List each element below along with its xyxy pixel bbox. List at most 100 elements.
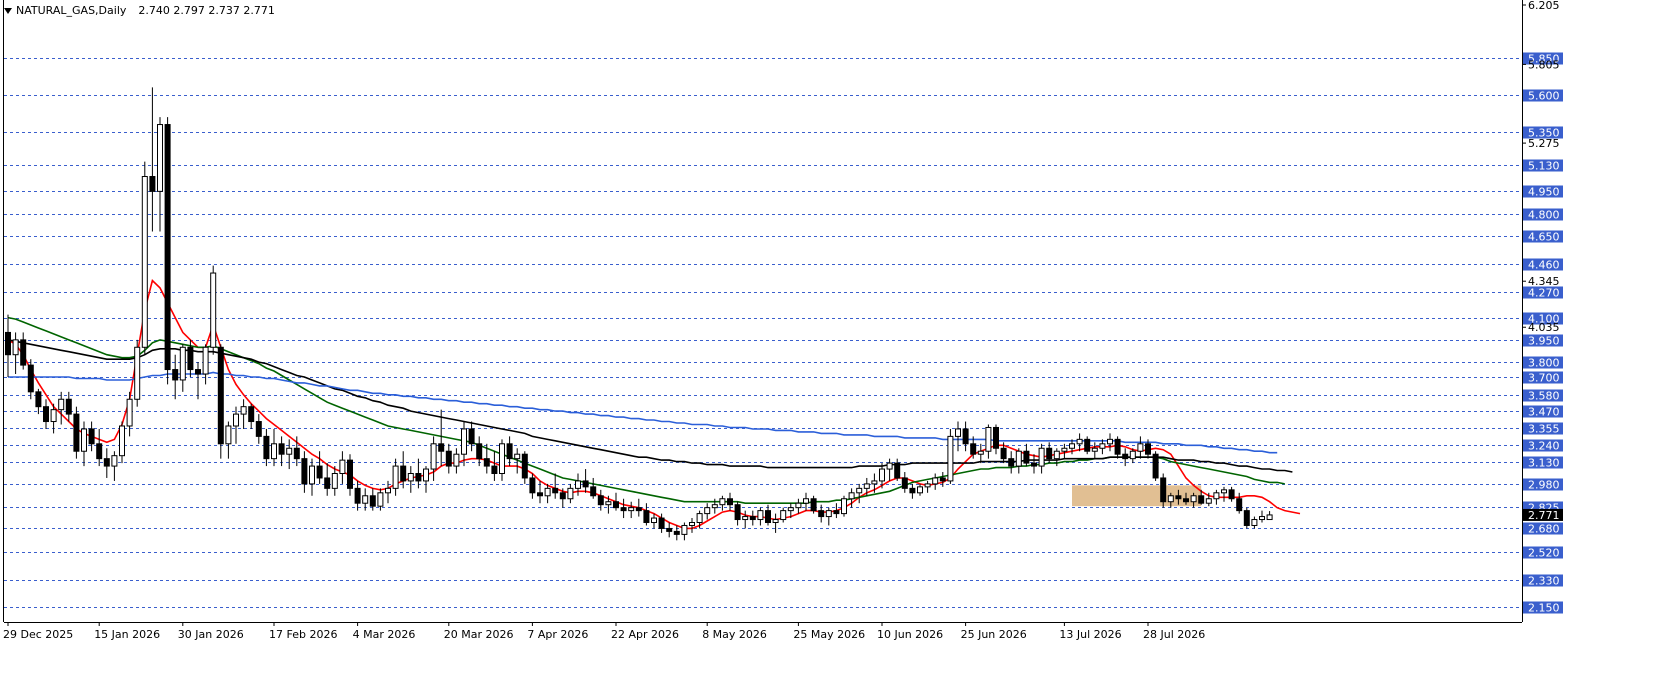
candle-body	[240, 406, 247, 415]
candle-body	[483, 458, 490, 467]
x-label: 4 Mar 2026	[353, 628, 416, 641]
candle-body	[1107, 438, 1113, 445]
price-chart[interactable]: 5.8505.6005.3505.1304.9504.8004.6504.460…	[0, 0, 1658, 684]
x-label: 29 Dec 2025	[3, 628, 73, 641]
candle	[43, 399, 49, 429]
candle	[126, 391, 133, 437]
candle	[225, 421, 232, 459]
candle	[339, 451, 346, 484]
candle	[635, 498, 642, 517]
candle-body	[719, 498, 726, 506]
x-label: 20 Mar 2026	[444, 628, 514, 641]
candle-body	[977, 450, 984, 455]
candle-body	[1114, 438, 1121, 455]
candle	[240, 399, 247, 429]
candle	[1107, 433, 1113, 452]
candle	[985, 424, 992, 459]
candle	[521, 451, 528, 484]
candle-body	[552, 487, 559, 494]
candle	[1023, 443, 1030, 467]
candle-body	[863, 483, 870, 489]
candle-body	[309, 465, 315, 485]
candle-body	[438, 443, 445, 452]
candle	[955, 421, 961, 452]
candle-body	[172, 369, 179, 381]
candle-body	[202, 346, 209, 375]
candle-body	[179, 346, 186, 381]
candle-body	[81, 428, 87, 452]
candle	[886, 458, 893, 481]
level-label: 4.800	[1528, 209, 1560, 222]
candle	[628, 501, 635, 519]
candle-body	[392, 465, 399, 489]
candle	[499, 439, 505, 481]
candle-body	[149, 176, 156, 192]
level-label: 5.600	[1528, 90, 1560, 103]
candle-body	[499, 443, 505, 475]
candle-body	[1183, 498, 1189, 503]
level-label: 3.700	[1528, 372, 1560, 385]
candle-body	[1122, 453, 1129, 460]
candle-body	[1198, 495, 1205, 504]
candle-body	[415, 473, 422, 482]
candle-body	[339, 459, 346, 475]
candle-body	[187, 346, 194, 371]
candle-body	[818, 510, 825, 518]
candle-body	[825, 510, 832, 518]
x-label: 10 Jun 2026	[877, 628, 943, 641]
candle-body	[1038, 447, 1045, 467]
level-label: 2.680	[1528, 523, 1560, 536]
candle-body	[164, 124, 171, 371]
candle-body	[73, 413, 80, 452]
candle-body	[286, 447, 293, 455]
candle	[734, 501, 741, 526]
candle-body	[58, 398, 65, 411]
candle-body	[1236, 498, 1243, 512]
candle	[476, 436, 483, 467]
candle	[917, 483, 923, 496]
candle	[1031, 454, 1037, 474]
candle-body	[841, 498, 847, 515]
ma-line-2	[7, 316, 1285, 505]
candle	[65, 391, 72, 422]
candle-body	[461, 428, 467, 455]
candle	[795, 498, 802, 514]
candle-body	[901, 477, 908, 489]
x-label: 17 Feb 2026	[269, 628, 337, 641]
candle	[1259, 510, 1265, 523]
candle	[1251, 516, 1258, 529]
candle-body	[1000, 447, 1007, 460]
candle	[12, 332, 19, 375]
candle	[1243, 507, 1250, 529]
candle	[681, 522, 688, 541]
candle	[149, 87, 156, 232]
candle-body	[673, 530, 680, 535]
triangle-down-icon[interactable]	[4, 7, 12, 14]
level-label: 4.270	[1528, 287, 1560, 300]
candle-body	[681, 524, 688, 535]
candle	[1015, 448, 1022, 474]
candle-body	[856, 487, 863, 494]
level-label: 2.330	[1528, 575, 1560, 588]
candle-body	[1137, 443, 1144, 452]
candle-body	[453, 453, 460, 467]
candle	[286, 439, 293, 470]
chart-header: NATURAL_GAS,Daily 2.740 2.797 2.737 2.77…	[4, 4, 275, 17]
candle-body	[924, 483, 931, 488]
level-label: 2.150	[1528, 602, 1560, 615]
candle-body	[1152, 453, 1159, 479]
candle-body	[1084, 438, 1091, 452]
candle	[195, 362, 201, 400]
price-axis[interactable]: 5.8505.6005.3505.1304.9504.8004.6504.460…	[1522, 0, 1563, 615]
candle-body	[1213, 492, 1220, 500]
candle-body	[939, 477, 946, 482]
candle-body	[278, 443, 285, 455]
candle	[119, 421, 125, 464]
candle	[993, 424, 999, 455]
x-label: 8 May 2026	[702, 628, 767, 641]
candle-body	[871, 480, 878, 485]
candle-body	[134, 346, 141, 400]
time-axis[interactable]: 29 Dec 2025 15 Jan 2026 30 Jan 2026 17 Feb …	[3, 622, 1205, 641]
candle	[430, 436, 437, 481]
candle-body	[803, 498, 809, 504]
